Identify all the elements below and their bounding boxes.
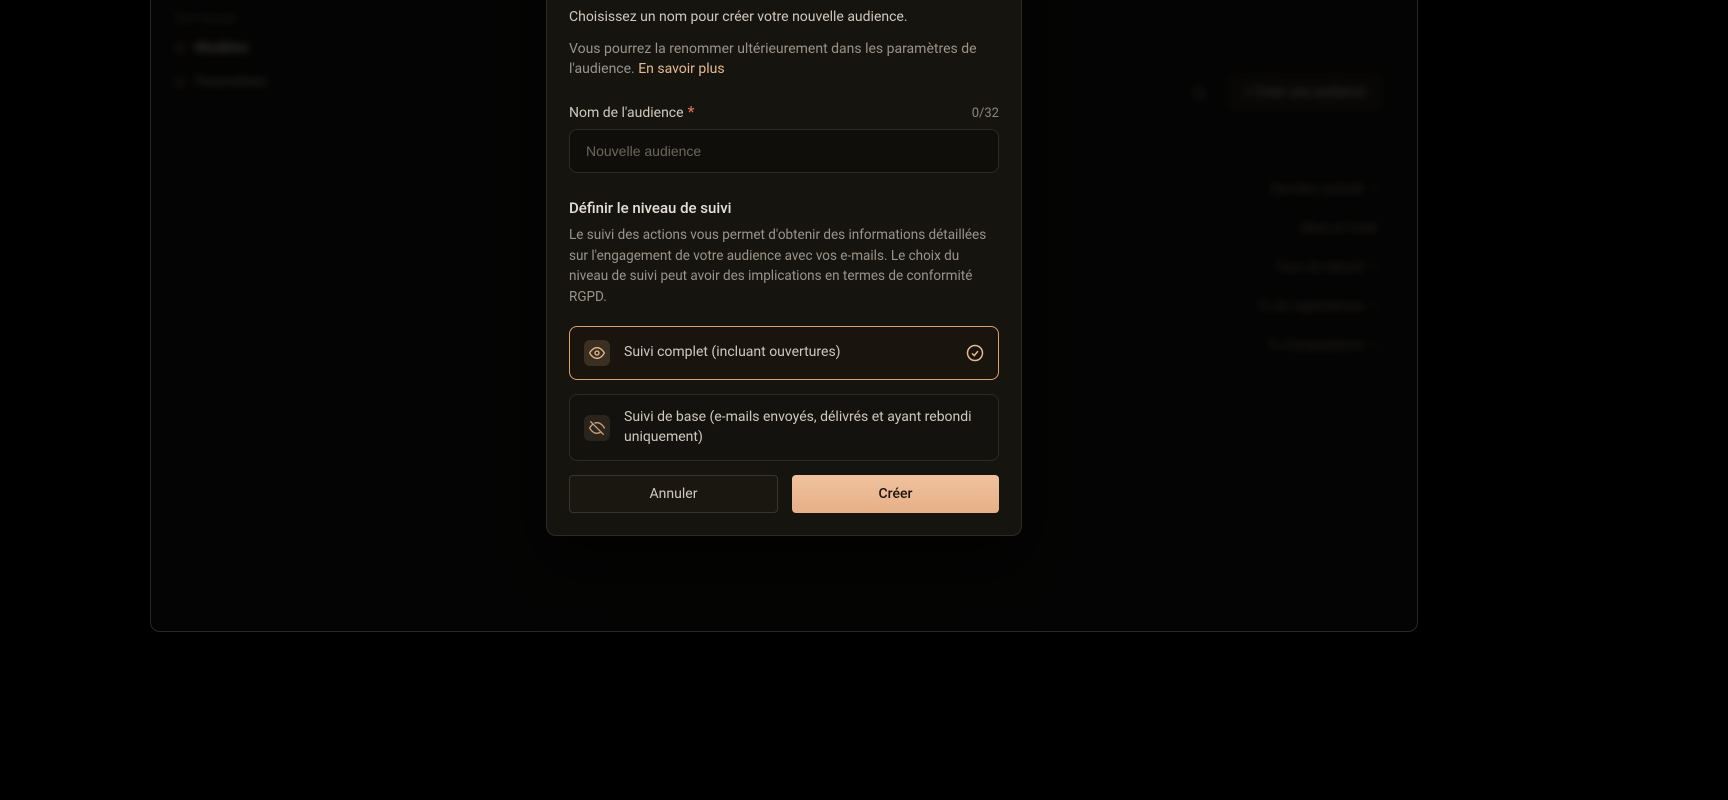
audience-name-label-wrap: Nom de l'audience* [569,102,694,121]
cancel-button[interactable]: Annuler [569,475,778,513]
create-audience-dialog: Choisissez un nom pour créer votre nouve… [546,0,1022,536]
check-circle-icon [966,344,984,362]
eye-off-icon [584,415,610,441]
tracking-option-basic[interactable]: Suivi de base (e-mails envoyés, délivrés… [569,394,999,461]
tracking-level-title: Définir le niveau de suivi [569,199,999,217]
dialog-actions: Annuler Créer [569,475,999,513]
dialog-sub-description-text: Vous pourrez la renommer ultérieurement … [569,41,977,77]
eye-icon [584,340,610,366]
audience-name-label: Nom de l'audience [569,105,684,121]
required-indicator: * [688,102,695,121]
dialog-header-description: Choisissez un nom pour créer votre nouve… [569,9,999,25]
tracking-level-description: Le suivi des actions vous permet d'obten… [569,225,999,309]
create-button[interactable]: Créer [792,475,999,513]
tracking-option-basic-label: Suivi de base (e-mails envoyés, délivrés… [624,408,984,447]
tracking-option-full[interactable]: Suivi complet (incluant ouvertures) [569,326,999,380]
learn-more-link[interactable]: En savoir plus [638,61,724,77]
audience-name-char-count: 0/32 [972,106,999,121]
dialog-sub-description: Vous pourrez la renommer ultérieurement … [569,39,999,80]
audience-name-input[interactable] [569,129,999,173]
tracking-option-full-label: Suivi complet (incluant ouvertures) [624,343,952,363]
